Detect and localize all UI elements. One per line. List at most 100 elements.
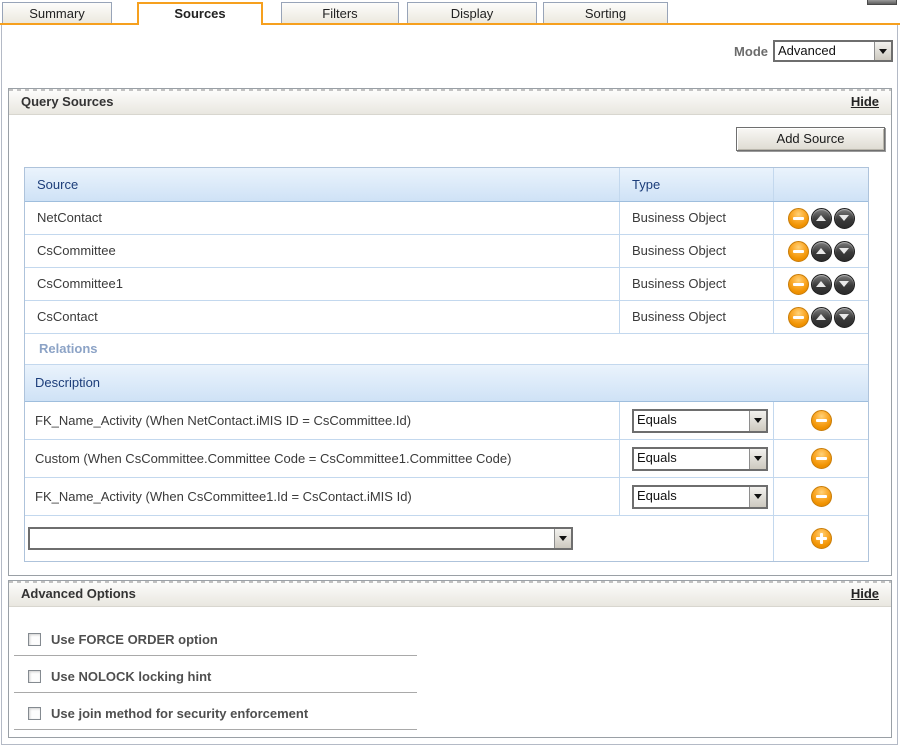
tab-filters[interactable]: Filters — [281, 2, 399, 24]
mode-select[interactable]: Advanced — [773, 40, 893, 62]
tab-sorting-label: Sorting — [585, 6, 626, 21]
source-name: CsContact — [25, 301, 620, 333]
move-down-icon[interactable] — [834, 307, 855, 328]
sources-table-header: Source Type — [25, 168, 868, 202]
query-sources-title: Query Sources — [21, 94, 114, 109]
new-relation-select[interactable] — [28, 527, 573, 550]
move-up-icon[interactable] — [811, 274, 832, 295]
mode-select-button[interactable] — [874, 42, 891, 60]
relation-row: FK_Name_Activity (When NetContact.iMIS I… — [25, 402, 868, 440]
minus-glyph — [793, 217, 804, 220]
advanced-options-header: Advanced Options Hide — [9, 581, 891, 607]
arrow-up-glyph — [816, 215, 826, 221]
remove-source-icon[interactable] — [788, 208, 809, 229]
add-relation-icon[interactable] — [811, 528, 832, 549]
minus-glyph — [793, 316, 804, 319]
remove-relation-icon[interactable] — [811, 486, 832, 507]
select-dropdown-button[interactable] — [749, 449, 766, 469]
minus-glyph — [793, 250, 804, 253]
option-row: Use FORCE ORDER option — [14, 619, 417, 656]
mode-select-value: Advanced — [775, 42, 874, 60]
minus-glyph — [793, 283, 804, 286]
tab-display[interactable]: Display — [407, 2, 537, 24]
relation-operator-select[interactable]: Equals — [632, 447, 768, 471]
tab-display-label: Display — [451, 6, 494, 21]
join-method-checkbox[interactable] — [28, 707, 41, 720]
tab-sorting[interactable]: Sorting — [543, 2, 668, 24]
query-sources-panel: Query Sources Hide Add Source Source Typ… — [8, 88, 892, 576]
relation-row: FK_Name_Activity (When CsCommittee1.Id =… — [25, 478, 868, 516]
join-method-label: Use join method for security enforcement — [51, 706, 308, 721]
source-type: Business Object — [620, 202, 774, 234]
add-source-button[interactable]: Add Source — [736, 127, 885, 151]
tab-summary[interactable]: Summary — [2, 2, 112, 24]
chevron-down-icon — [754, 456, 762, 461]
source-name: CsCommittee — [25, 235, 620, 267]
description-header-row: Description — [25, 365, 868, 402]
source-row: CsCommittee1 Business Object — [25, 268, 868, 301]
force-order-label: Use FORCE ORDER option — [51, 632, 218, 647]
relation-description: Custom (When CsCommittee.Committee Code … — [25, 440, 620, 477]
relation-operator-select[interactable]: Equals — [632, 485, 768, 509]
relation-operator-value: Equals — [634, 411, 749, 431]
move-down-icon[interactable] — [834, 208, 855, 229]
remove-source-icon[interactable] — [788, 307, 809, 328]
remove-relation-icon[interactable] — [811, 410, 832, 431]
tabbar-accent-line — [0, 23, 900, 25]
relation-row: Custom (When CsCommittee.Committee Code … — [25, 440, 868, 478]
chevron-down-icon — [754, 494, 762, 499]
relations-row: Relations — [25, 334, 868, 365]
chevron-down-icon — [754, 418, 762, 423]
relation-description: FK_Name_Activity (When NetContact.iMIS I… — [25, 402, 620, 439]
nolock-label: Use NOLOCK locking hint — [51, 669, 211, 684]
arrow-down-glyph — [839, 314, 849, 320]
move-down-icon[interactable] — [834, 274, 855, 295]
nolock-checkbox[interactable] — [28, 670, 41, 683]
move-up-icon[interactable] — [811, 307, 832, 328]
source-name: CsCommittee1 — [25, 268, 620, 300]
arrow-up-glyph — [816, 314, 826, 320]
move-up-icon[interactable] — [811, 241, 832, 262]
remove-source-icon[interactable] — [788, 241, 809, 262]
select-dropdown-button[interactable] — [749, 411, 766, 431]
new-relation-row — [25, 516, 868, 561]
arrow-up-glyph — [816, 281, 826, 287]
source-type: Business Object — [620, 268, 774, 300]
tab-sources-label: Sources — [174, 6, 225, 21]
tab-sources[interactable]: Sources — [137, 2, 263, 25]
remove-source-icon[interactable] — [788, 274, 809, 295]
source-name: NetContact — [25, 202, 620, 234]
window-corner-fragment — [867, 0, 897, 5]
advanced-options-title: Advanced Options — [21, 586, 136, 601]
column-header-source: Source — [25, 168, 620, 201]
advanced-options-hide-link[interactable]: Hide — [851, 586, 879, 601]
arrow-down-glyph — [839, 281, 849, 287]
tab-summary-label: Summary — [29, 6, 85, 21]
arrow-down-glyph — [839, 248, 849, 254]
relation-operator-value: Equals — [634, 487, 749, 507]
select-dropdown-button[interactable] — [749, 487, 766, 507]
chevron-down-icon — [879, 49, 887, 54]
query-sources-hide-link[interactable]: Hide — [851, 94, 879, 109]
advanced-options-panel: Advanced Options Hide Use FORCE ORDER op… — [8, 580, 892, 738]
mode-label: Mode — [734, 44, 768, 59]
minus-glyph — [816, 457, 827, 460]
arrow-up-glyph — [816, 248, 826, 254]
column-header-actions — [774, 168, 868, 201]
source-row: CsCommittee Business Object — [25, 235, 868, 268]
force-order-checkbox[interactable] — [28, 633, 41, 646]
minus-glyph — [816, 495, 827, 498]
sources-table: Source Type NetContact Business Object C… — [24, 167, 869, 562]
relation-operator-select[interactable]: Equals — [632, 409, 768, 433]
relation-operator-value: Equals — [634, 449, 749, 469]
move-down-icon[interactable] — [834, 241, 855, 262]
select-dropdown-button[interactable] — [554, 529, 571, 548]
remove-relation-icon[interactable] — [811, 448, 832, 469]
arrow-down-glyph — [839, 215, 849, 221]
source-row: NetContact Business Object — [25, 202, 868, 235]
move-up-icon[interactable] — [811, 208, 832, 229]
chevron-down-icon — [559, 536, 567, 541]
new-relation-value — [30, 529, 554, 548]
column-header-description: Description — [25, 365, 868, 401]
relations-link[interactable]: Relations — [25, 334, 868, 364]
